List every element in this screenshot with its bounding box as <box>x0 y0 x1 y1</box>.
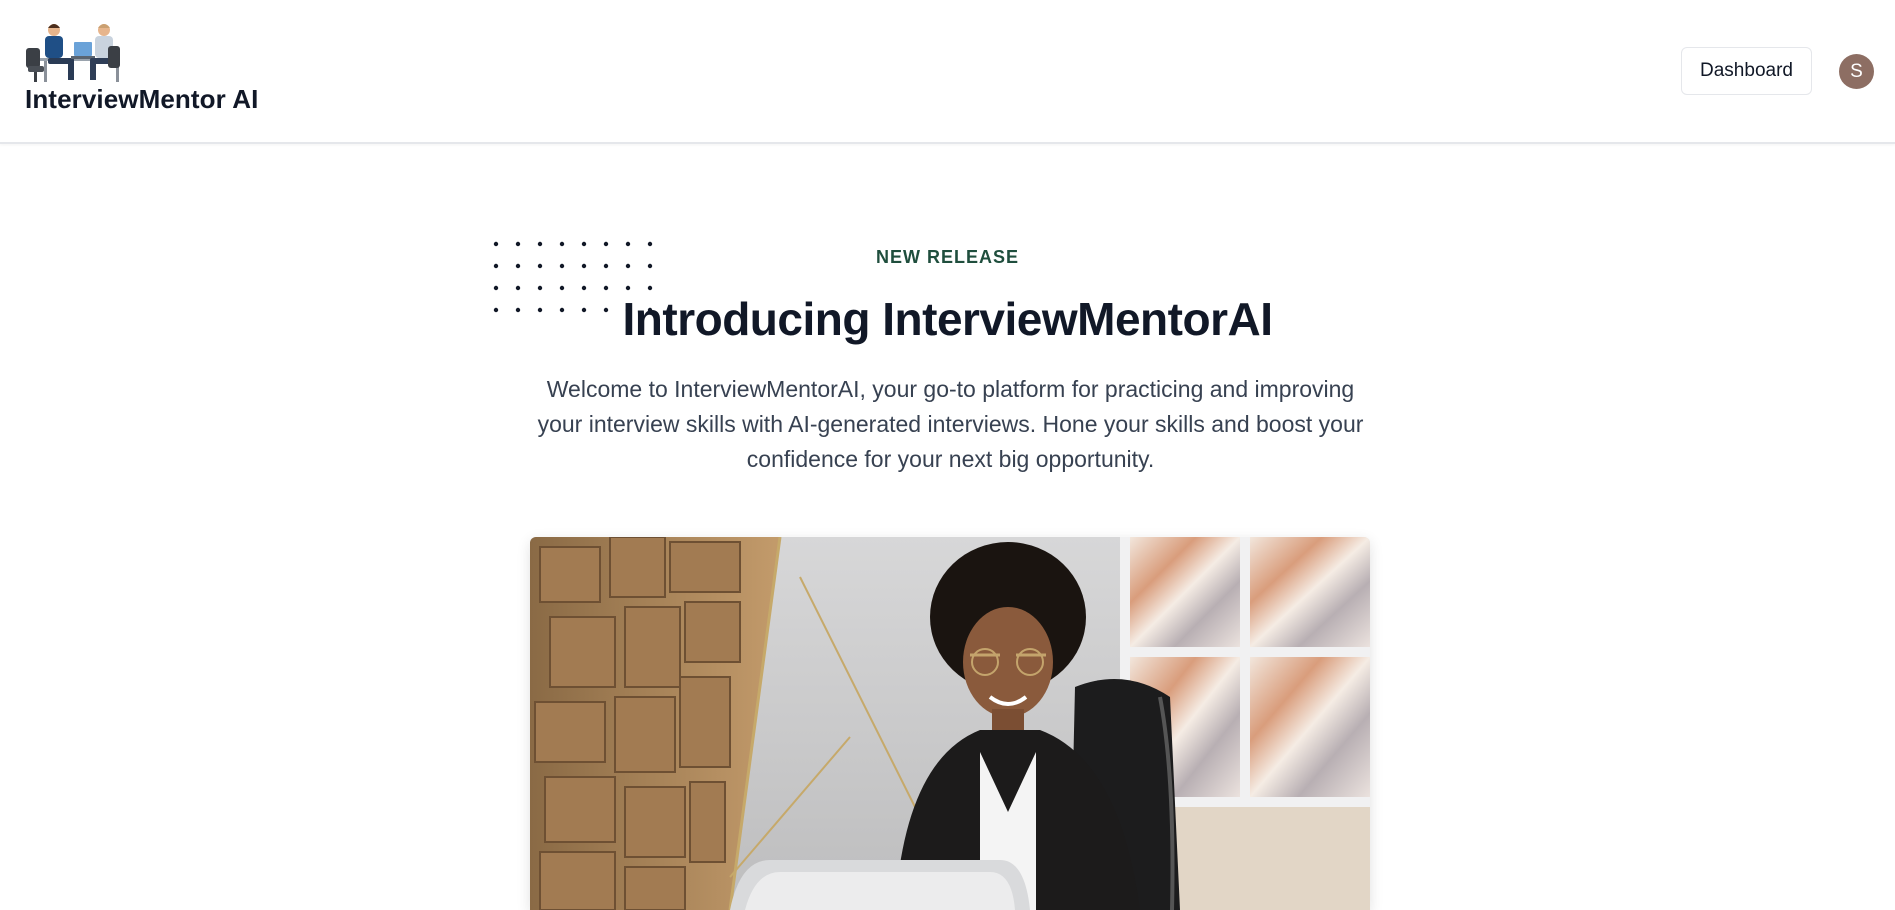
woman-at-laptop-photo-icon <box>530 537 1370 910</box>
hero-image <box>530 537 1370 910</box>
brand-logo-icon[interactable] <box>24 22 128 84</box>
dashboard-button[interactable]: Dashboard <box>1681 47 1812 95</box>
release-eyebrow: NEW RELEASE <box>875 247 1019 267</box>
brand-name[interactable]: InterviewMentor AI <box>25 84 258 115</box>
top-navbar: InterviewMentor AI Dashboard S <box>0 0 1895 144</box>
hero-title: Introducing InterviewMentorAI <box>622 293 1273 345</box>
user-avatar[interactable]: S <box>1839 54 1874 89</box>
hero-description: Welcome to InterviewMentorAI, your go-to… <box>537 376 1364 472</box>
